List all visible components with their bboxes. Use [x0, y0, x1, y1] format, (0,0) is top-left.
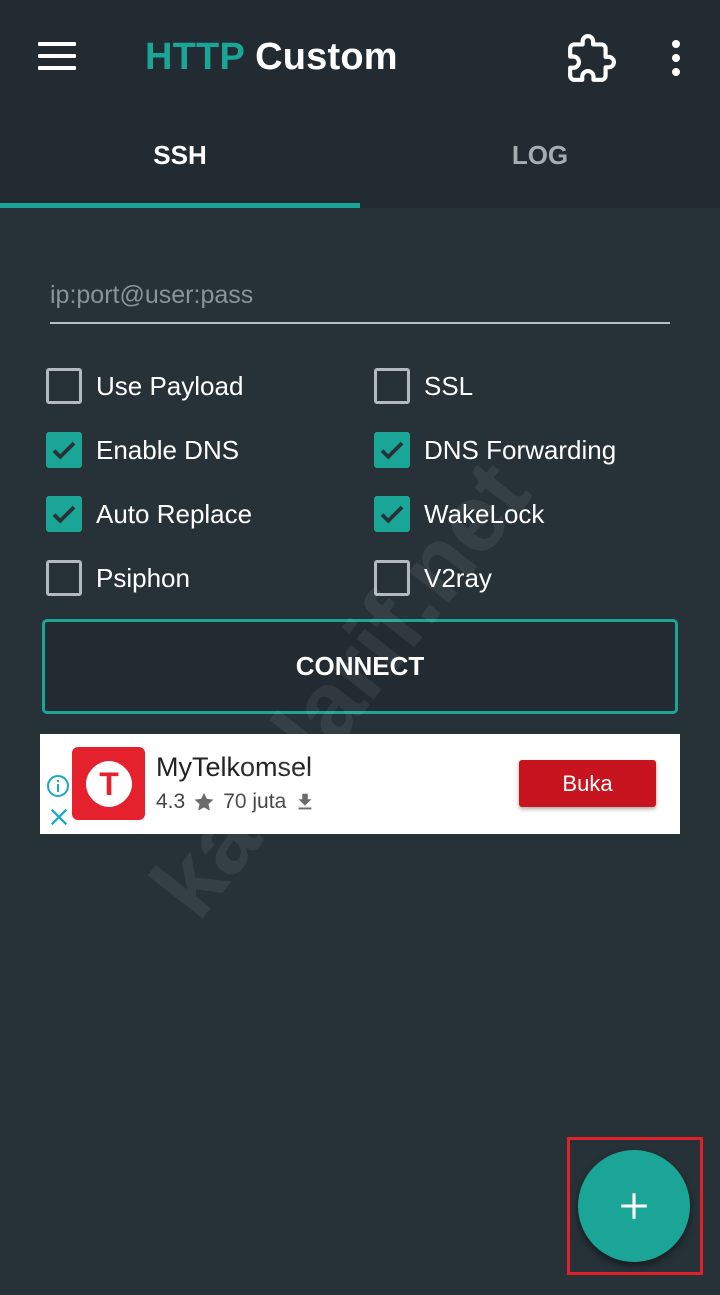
enable-dns-label: Enable DNS — [96, 434, 240, 465]
option-ssl[interactable]: SSL — [374, 366, 473, 406]
ad-banner[interactable]: T MyTelkomsel 4.3 70 juta Buka — [40, 734, 680, 834]
extension-icon[interactable] — [566, 34, 616, 84]
telkomsel-logo-icon: T — [85, 760, 132, 807]
check-icon — [52, 441, 76, 460]
download-icon — [298, 793, 312, 810]
tab-log[interactable]: LOG — [360, 140, 720, 171]
check-icon — [380, 505, 404, 524]
enable-dns-checkbox[interactable] — [46, 432, 82, 468]
menu-icon[interactable] — [38, 42, 76, 70]
psiphon-label: Psiphon — [96, 562, 190, 593]
ad-logo-letter: T — [99, 766, 119, 802]
ad-meta: 4.3 70 juta — [156, 790, 324, 814]
app-title: HTTP Custom — [145, 36, 398, 79]
v2ray-checkbox[interactable] — [374, 560, 410, 596]
psiphon-checkbox[interactable] — [46, 560, 82, 596]
tab-ssh[interactable]: SSH — [0, 140, 360, 171]
option-auto-replace[interactable]: Auto Replace — [46, 494, 252, 534]
ad-app-name: MyTelkomsel — [156, 752, 313, 782]
option-enable-dns[interactable]: Enable DNS — [46, 430, 239, 470]
ad-rating: 4.3 — [156, 790, 186, 813]
connect-button[interactable]: CONNECT — [42, 619, 678, 714]
wakelock-checkbox[interactable] — [374, 496, 410, 532]
app-title-accent: HTTP — [145, 36, 245, 78]
star-icon — [194, 792, 214, 811]
more-vert-icon[interactable] — [666, 40, 686, 76]
check-icon — [52, 505, 76, 524]
ssl-checkbox[interactable] — [374, 368, 410, 404]
ad-installs: 70 juta — [223, 790, 287, 813]
app-title-main: Custom — [255, 36, 398, 78]
wakelock-label: WakeLock — [424, 498, 545, 529]
use-payload-checkbox[interactable] — [46, 368, 82, 404]
option-dns-forwarding[interactable]: DNS Forwarding — [374, 430, 616, 470]
v2ray-label: V2ray — [424, 562, 492, 593]
auto-replace-checkbox[interactable] — [46, 496, 82, 532]
option-use-payload[interactable]: Use Payload — [46, 366, 243, 406]
dns-forwarding-checkbox[interactable] — [374, 432, 410, 468]
option-psiphon[interactable]: Psiphon — [46, 558, 190, 598]
auto-replace-label: Auto Replace — [96, 498, 253, 529]
option-v2ray[interactable]: V2ray — [374, 558, 492, 598]
dns-forwarding-label: DNS Forwarding — [424, 434, 617, 465]
mytelkomsel-logo: T — [72, 747, 145, 820]
ssl-label: SSL — [424, 370, 474, 401]
option-wakelock[interactable]: WakeLock — [374, 494, 544, 534]
check-icon — [380, 441, 404, 460]
host-input[interactable] — [50, 278, 670, 324]
tab-indicator — [0, 203, 360, 208]
close-icon[interactable] — [48, 806, 70, 828]
info-icon[interactable] — [46, 774, 70, 798]
add-fab-button[interactable] — [578, 1150, 690, 1262]
ad-open-button[interactable]: Buka — [519, 760, 656, 807]
use-payload-label: Use Payload — [96, 370, 244, 401]
plus-icon — [621, 1193, 647, 1219]
app-bar: HTTP Custom SSH LOG — [0, 0, 720, 208]
